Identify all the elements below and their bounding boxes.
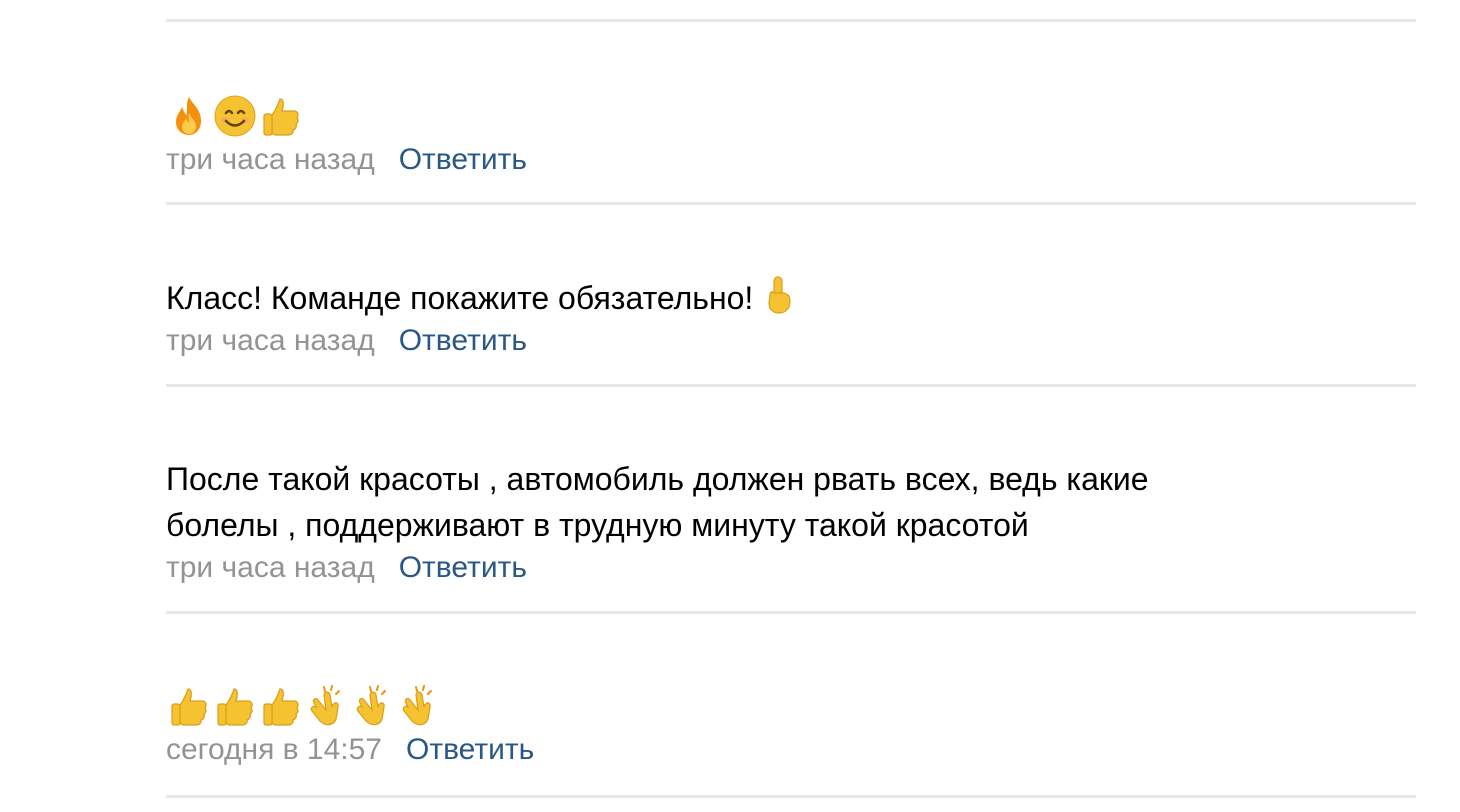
index-pointing-up-icon <box>761 275 797 315</box>
comment-meta: три часа назад Ответить <box>166 140 1416 180</box>
comments-feed: три часа назад Ответить Класс! Команде п… <box>166 0 1416 812</box>
comment-meta: сегодня в 14:57 Ответить <box>166 730 1416 770</box>
clapping-hands-icon <box>304 683 350 729</box>
clapping-hands-icon <box>396 683 442 729</box>
comment-text-content: Класс! Команде покажите обязательно! <box>166 280 754 316</box>
comment-text: Класс! Команде покажите обязательно! <box>166 275 1416 321</box>
reply-link[interactable]: Ответить <box>399 140 527 180</box>
comment-item: три часа назад Ответить <box>166 92 1416 180</box>
comment-time: три часа назад <box>166 551 375 584</box>
thumbs-up-icon <box>258 93 304 139</box>
comment-item: После такой красоты , автомобиль должен … <box>166 456 1416 588</box>
comment-meta: три часа назад Ответить <box>166 548 1416 588</box>
comment-emoji-row <box>166 92 1416 140</box>
comment-emoji-row <box>166 682 1416 730</box>
comment-divider <box>166 384 1416 387</box>
comment-time: три часа назад <box>166 324 375 357</box>
comment-text-line: После такой красоты , автомобиль должен … <box>166 461 1149 497</box>
thumbs-up-icon <box>166 683 212 729</box>
reply-link[interactable]: Ответить <box>399 321 527 361</box>
comment-time: сегодня в 14:57 <box>166 733 382 766</box>
thumbs-up-icon <box>212 683 258 729</box>
comment-text-line: болелы , поддерживают в трудную минуту т… <box>166 507 1029 543</box>
reply-link[interactable]: Ответить <box>399 548 527 588</box>
comment-item: Класс! Команде покажите обязательно! три… <box>166 275 1416 361</box>
clapping-hands-icon <box>350 683 396 729</box>
reply-link[interactable]: Ответить <box>406 730 534 770</box>
comment-divider <box>166 795 1416 798</box>
comment-divider <box>166 202 1416 205</box>
comment-divider <box>166 611 1416 614</box>
fire-icon <box>166 93 212 139</box>
thumbs-up-icon <box>258 683 304 729</box>
comment-item: сегодня в 14:57 Ответить <box>166 682 1416 770</box>
comment-divider <box>166 19 1416 22</box>
smiling-face-icon <box>212 93 258 139</box>
comment-meta: три часа назад Ответить <box>166 321 1416 361</box>
comment-text: После такой красоты , автомобиль должен … <box>166 456 1416 548</box>
comment-time: три часа назад <box>166 143 375 176</box>
